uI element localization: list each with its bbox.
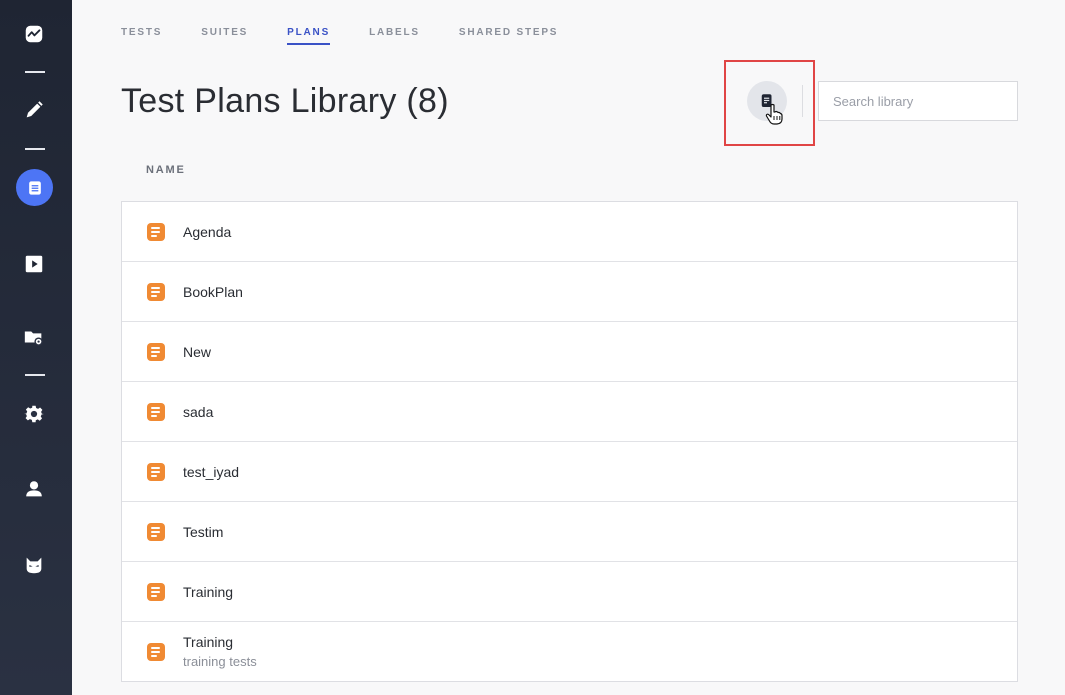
list-item[interactable]: Testim <box>122 502 1017 562</box>
tab-shared-steps[interactable]: SHARED STEPS <box>459 27 558 45</box>
list-item[interactable]: test_iyad <box>122 442 1017 502</box>
page-title: Test Plans Library (8) <box>121 82 449 120</box>
play-icon[interactable] <box>22 252 46 276</box>
search-input[interactable] <box>818 81 1018 121</box>
document-list-icon <box>28 180 41 195</box>
list-item[interactable]: Training <box>122 562 1017 622</box>
tab-suites[interactable]: SUITES <box>201 27 248 45</box>
plan-icon <box>147 522 165 541</box>
tab-tests[interactable]: TESTS <box>121 27 162 45</box>
hand-cursor-icon <box>765 103 783 125</box>
plan-icon <box>147 282 165 301</box>
plan-name: Agenda <box>183 223 232 240</box>
tab-plans[interactable]: PLANS <box>287 27 331 45</box>
list-item[interactable]: sada <box>122 382 1017 442</box>
list-item[interactable]: New <box>122 322 1017 382</box>
plan-icon <box>147 462 165 481</box>
folder-settings-icon[interactable] <box>22 325 46 349</box>
list-item[interactable]: Agenda <box>122 202 1017 262</box>
plan-name: Training <box>183 583 234 600</box>
plan-icon <box>147 342 165 361</box>
user-icon[interactable] <box>22 477 46 501</box>
plans-list: Agenda BookPlan New sada test_iyad Testi… <box>121 201 1018 682</box>
sidebar <box>0 0 72 695</box>
library-tabs: TESTS SUITES PLANS LABELS SHARED STEPS <box>121 27 597 45</box>
sidebar-divider <box>25 148 45 150</box>
gear-icon[interactable] <box>22 402 46 426</box>
toolbar-divider <box>802 85 803 117</box>
list-item[interactable]: Training training tests <box>122 622 1017 681</box>
plan-icon <box>147 222 165 241</box>
plan-icon <box>147 642 165 661</box>
pencil-icon[interactable] <box>22 98 46 122</box>
sidebar-divider <box>25 374 45 376</box>
plan-name: Training <box>183 634 234 650</box>
column-header-name[interactable]: NAME <box>146 164 186 176</box>
cat-logo-icon[interactable] <box>22 553 46 577</box>
plan-name: test_iyad <box>183 463 240 480</box>
tab-labels[interactable]: LABELS <box>369 27 420 45</box>
plan-description: training tests <box>183 654 257 669</box>
plan-icon <box>147 582 165 601</box>
list-item[interactable]: BookPlan <box>122 262 1017 322</box>
plan-name: sada <box>183 403 214 420</box>
plan-name: BookPlan <box>183 283 243 300</box>
plan-icon <box>147 402 165 421</box>
plan-name: Testim <box>183 523 224 540</box>
sidebar-item-plans[interactable] <box>16 169 53 206</box>
activity-icon[interactable] <box>22 22 46 46</box>
sidebar-divider <box>25 71 45 73</box>
plan-name: New <box>183 343 212 360</box>
